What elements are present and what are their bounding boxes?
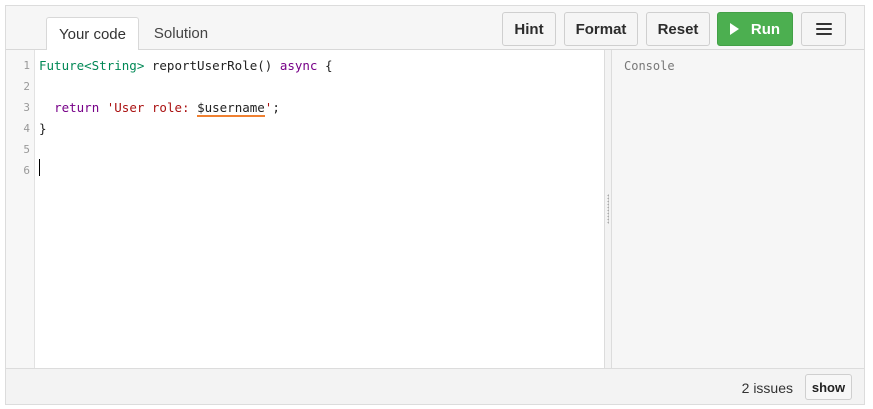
run-button-label: Run [750, 20, 781, 38]
show-issues-button[interactable]: show [805, 374, 852, 400]
line-number: 6 [23, 164, 30, 177]
format-button-label: Format [575, 20, 627, 38]
reset-button-label: Reset [657, 20, 699, 38]
hint-button[interactable]: Hint [502, 12, 556, 46]
code-token: reportUserRole() [144, 58, 280, 73]
split-resize-handle[interactable] [604, 50, 612, 368]
code-line-4: } [39, 121, 47, 136]
code-editor[interactable]: 1 2 3 4 5 6 Future<String> reportUserRol… [6, 50, 604, 368]
code-token-type: Future<String> [39, 58, 145, 73]
format-button[interactable]: Format [564, 12, 638, 46]
code-line-3: return 'User role: $username'; [39, 100, 280, 117]
tab-solution[interactable]: Solution [144, 17, 218, 50]
console-panel: Console [612, 50, 864, 368]
status-bar: 2 issues show [6, 368, 864, 404]
play-icon [729, 23, 739, 35]
code-token-interpolation-warning[interactable]: $username [197, 100, 265, 117]
tab-your-code[interactable]: Your code [46, 17, 139, 51]
dartpad-editor-frame: Your code Solution Hint Format Reset Run… [5, 5, 865, 405]
toolbar: Your code Solution Hint Format Reset Run [6, 6, 864, 51]
line-number: 2 [23, 80, 30, 93]
code-token: { [317, 58, 333, 73]
grip-dots-icon [607, 194, 609, 224]
console-label: Console [624, 59, 675, 73]
run-button[interactable]: Run [717, 12, 793, 46]
line-number: 4 [23, 122, 30, 135]
menu-button[interactable] [801, 12, 846, 46]
show-issues-label: show [811, 379, 846, 395]
reset-button[interactable]: Reset [646, 12, 710, 46]
issues-count: 2 issues [741, 380, 793, 396]
tab-your-code-label: Your code [58, 25, 126, 43]
code-token-keyword: return [54, 100, 100, 115]
line-number: 5 [23, 143, 30, 156]
tab-solution-label: Solution [153, 25, 209, 42]
line-number-gutter: 1 2 3 4 5 6 [6, 50, 35, 368]
hint-button-label: Hint [514, 20, 544, 38]
code-token: ; [272, 100, 280, 115]
code-line-1: Future<String> reportUserRole() async { [39, 58, 333, 73]
code-token-string: 'User role: [99, 100, 198, 115]
line-number: 3 [23, 101, 30, 114]
line-number: 1 [23, 59, 30, 72]
hamburger-menu-icon [815, 23, 832, 35]
code-token-keyword: async [279, 58, 318, 73]
text-cursor [39, 159, 40, 176]
